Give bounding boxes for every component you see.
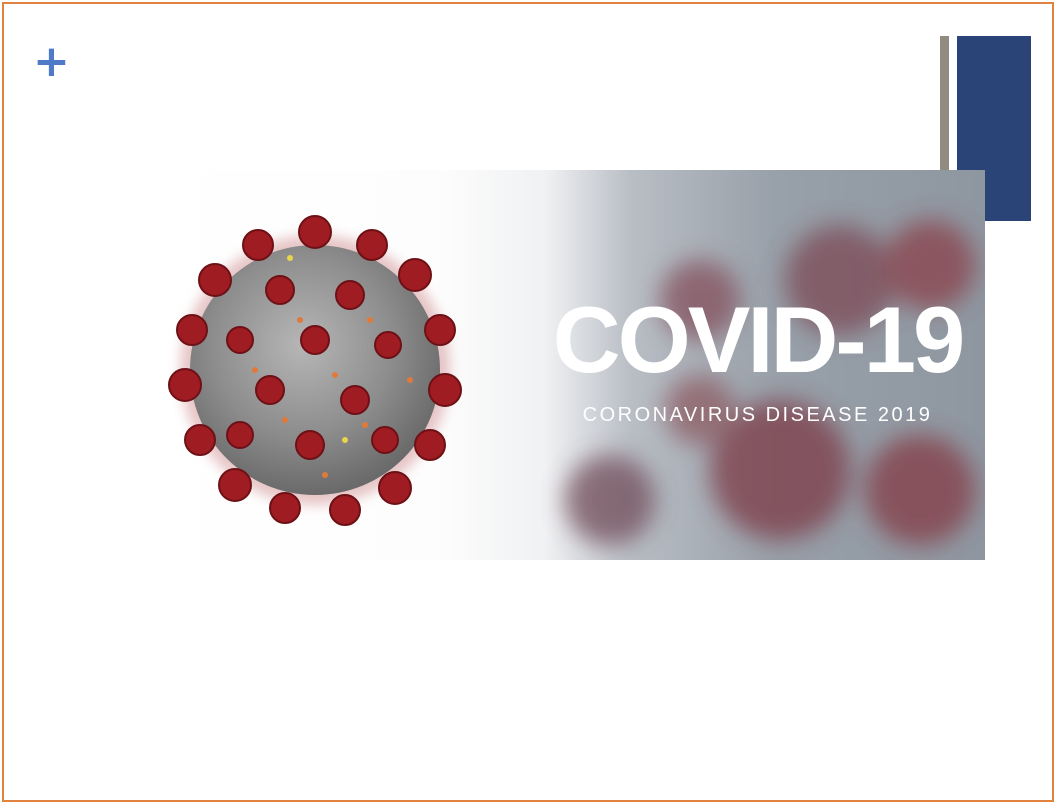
virus-illustration bbox=[168, 215, 462, 526]
covid-subtitle: CORONAVIRUS DISEASE 2019 bbox=[582, 404, 933, 426]
covid-banner-image: COVID-19 CORONAVIRUS DISEASE 2019 bbox=[140, 170, 985, 560]
plus-icon: + bbox=[33, 36, 70, 87]
covid-title: COVID-19 bbox=[552, 287, 966, 392]
